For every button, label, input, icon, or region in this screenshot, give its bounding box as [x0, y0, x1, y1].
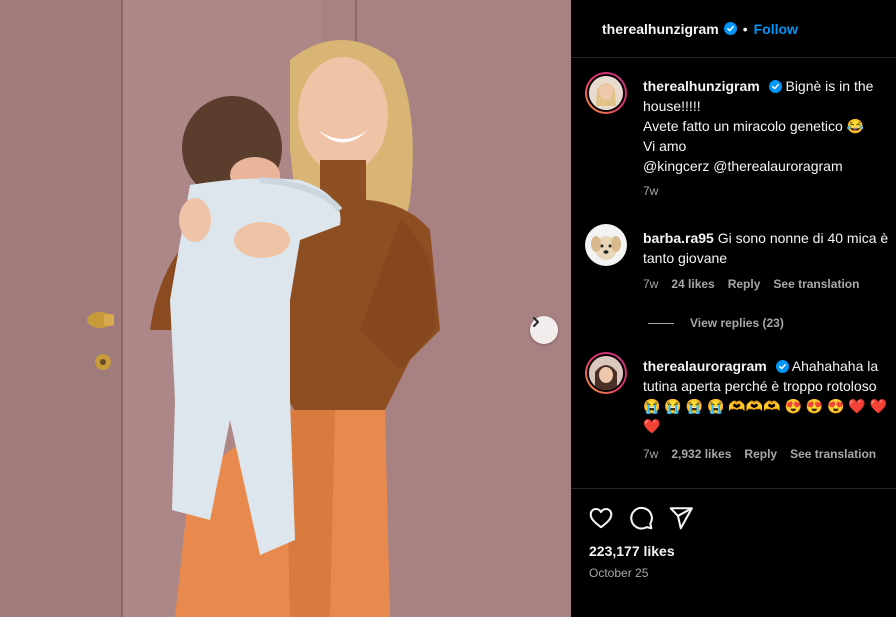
verified-badge-icon	[775, 360, 789, 373]
caption-mentions[interactable]: @kingcerz @therealauroragram	[643, 158, 843, 174]
chevron-right-icon	[533, 317, 539, 327]
caption-time[interactable]: 7w	[643, 184, 658, 198]
comments-list[interactable]: therealhunzigram Bignè is in the house!!…	[571, 58, 896, 488]
comment-icon[interactable]	[628, 505, 654, 531]
photo-illustration	[0, 0, 571, 617]
caption-line-2: Avete fatto un miracolo genetico 😂	[643, 118, 865, 134]
view-replies-button[interactable]: View replies (23)	[648, 316, 784, 330]
heart-icon[interactable]	[588, 505, 614, 531]
see-translation-button[interactable]: See translation	[773, 277, 859, 291]
comment-text: barba.ra95 Gi sono nonne di 40 mica è ta…	[643, 228, 893, 268]
verified-badge-icon	[723, 22, 737, 35]
caption-meta: 7w	[643, 184, 658, 198]
view-replies-label: View replies (23)	[690, 316, 784, 330]
comment-time[interactable]: 7w	[643, 277, 658, 291]
commenter-avatar[interactable]	[585, 224, 627, 266]
see-translation-button[interactable]: See translation	[790, 447, 876, 461]
caption-username-link[interactable]: therealhunzigram	[643, 78, 760, 94]
post-photo	[0, 0, 571, 617]
follow-button[interactable]: Follow	[754, 21, 798, 37]
post-date[interactable]: October 25	[589, 566, 648, 580]
author-avatar-image	[589, 76, 623, 110]
comment-meta: 7w 2,932 likes Reply See translation	[643, 447, 876, 461]
next-image-button[interactable]	[530, 316, 558, 344]
comment-meta: 7w 24 likes Reply See translation	[643, 277, 859, 291]
comment-likes[interactable]: 24 likes	[671, 277, 714, 291]
caption-text: therealhunzigram Bignè is in the house!!…	[643, 76, 893, 176]
header-separator: •	[742, 20, 748, 37]
post-actions: 223,177 likes October 25	[571, 488, 896, 617]
likes-count[interactable]: 223,177 likes	[589, 543, 675, 559]
comment-username-link[interactable]: therealauroragram	[643, 358, 767, 374]
verified-badge-icon	[768, 80, 782, 93]
commenter-avatar[interactable]	[585, 352, 627, 394]
comment-username-link[interactable]: barba.ra95	[643, 230, 714, 246]
comment-text: therealauroragram Ahahahaha la tutina ap…	[643, 356, 893, 436]
reply-button[interactable]: Reply	[744, 447, 777, 461]
author-username-link[interactable]: therealhunzigram	[602, 21, 719, 37]
action-icons	[588, 505, 694, 531]
caption-line-3: Vi amo	[643, 138, 687, 154]
comment-time[interactable]: 7w	[643, 447, 658, 461]
post-header: therealhunzigram • Follow	[571, 0, 896, 58]
reply-button[interactable]: Reply	[728, 277, 761, 291]
replies-divider-line	[648, 322, 674, 324]
share-icon[interactable]	[668, 505, 694, 531]
commenter-avatar-image	[585, 224, 627, 266]
comment-likes[interactable]: 2,932 likes	[671, 447, 731, 461]
author-avatar[interactable]	[585, 72, 627, 114]
post-side-panel: therealhunzigram • Follow therealhunzigr…	[571, 0, 896, 617]
commenter-avatar-image	[589, 356, 623, 390]
